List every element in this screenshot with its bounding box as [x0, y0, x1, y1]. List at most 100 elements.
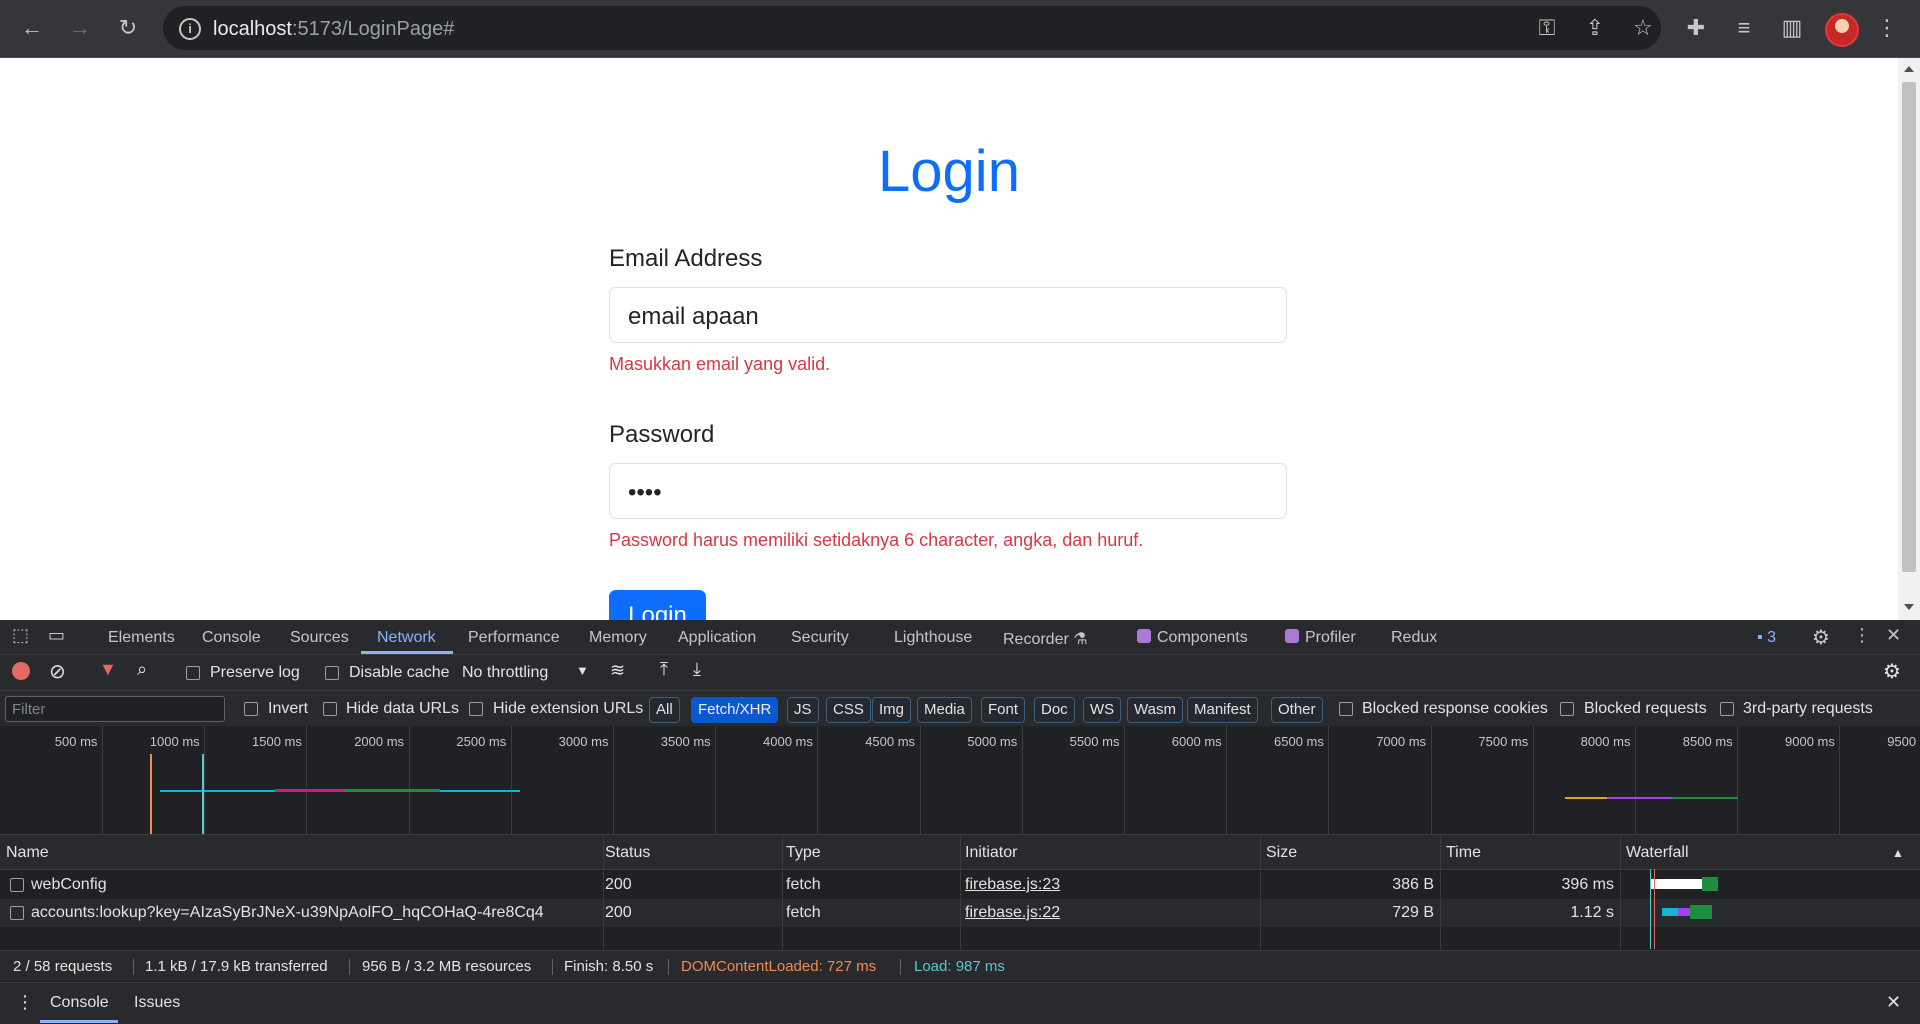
record-stop-icon[interactable] [12, 662, 30, 680]
col-name[interactable]: Name [6, 844, 49, 862]
type-chip-manifest[interactable]: Manifest [1187, 697, 1258, 723]
table-row[interactable]: accounts:lookup?key=AIzaSyBrJNeX-u39NpAo… [0, 899, 1920, 927]
request-initiator[interactable]: firebase.js:22 [965, 904, 1060, 922]
hide-extension-urls-checkbox[interactable] [469, 702, 483, 716]
tab-memory[interactable]: Memory [589, 629, 647, 647]
tab-performance[interactable]: Performance [468, 629, 560, 647]
tab-security[interactable]: Security [791, 629, 849, 647]
blocked-cookies-checkbox[interactable] [1339, 702, 1353, 716]
settings-gear-icon[interactable]: ⚙ [1812, 625, 1830, 650]
scroll-up-icon[interactable] [1904, 66, 1914, 72]
url-text[interactable]: localhost:5173/LoginPage# [213, 18, 454, 41]
drawer-tab-console[interactable]: Console [50, 994, 109, 1012]
type-chip-font[interactable]: Font [981, 697, 1026, 723]
type-chip-css[interactable]: CSS [826, 697, 871, 723]
tab-application[interactable]: Application [678, 629, 756, 647]
page-title: Login [878, 139, 1020, 204]
hide-data-urls-label: Hide data URLs [346, 700, 459, 717]
filter-funnel-icon[interactable]: ▼ [99, 659, 117, 680]
table-row[interactable]: webConfig 200 fetch firebase.js:23 386 B… [0, 871, 1920, 899]
scroll-down-icon[interactable] [1904, 604, 1914, 610]
drawer-menu-icon[interactable]: ⋮ [16, 992, 34, 1013]
network-overview[interactable]: 500 ms 1000 ms 1500 ms 2000 ms 2500 ms 3000 m… [0, 726, 1920, 835]
col-waterfall[interactable]: Waterfall [1626, 844, 1689, 862]
drawer-tab-issues[interactable]: Issues [134, 994, 180, 1012]
share-icon[interactable]: ⇪ [1581, 14, 1609, 42]
back-arrow-icon[interactable]: ← [18, 14, 46, 42]
network-conditions-icon[interactable]: ≋ [610, 660, 625, 681]
chevron-down-icon[interactable]: ▼ [576, 663, 589, 678]
search-icon[interactable]: ⌕ [137, 659, 147, 680]
col-divider [1260, 835, 1261, 869]
media-queue-icon[interactable]: ≡ [1730, 14, 1758, 42]
waterfall-bar [1650, 879, 1702, 889]
side-panel-icon[interactable]: ▥ [1778, 14, 1806, 42]
request-name[interactable]: webConfig [31, 876, 107, 894]
col-status[interactable]: Status [605, 844, 650, 862]
col-divider [960, 835, 961, 869]
type-chip-doc[interactable]: Doc [1034, 697, 1075, 723]
tab-elements[interactable]: Elements [108, 629, 175, 647]
throttling-select[interactable]: No throttling [462, 664, 548, 682]
overview-tick-label: 3000 ms [558, 734, 609, 749]
tab-lighthouse[interactable]: Lighthouse [894, 629, 972, 647]
tab-recorder[interactable]: Recorder ⚗ [1003, 629, 1088, 649]
col-type[interactable]: Type [786, 844, 821, 862]
close-devtools-icon[interactable]: ✕ [1886, 625, 1901, 646]
profile-avatar[interactable] [1825, 13, 1859, 47]
invert-checkbox[interactable] [244, 702, 258, 716]
issues-badge[interactable]: ▪ 3 [1757, 629, 1776, 647]
type-chip-img[interactable]: Img [872, 697, 912, 723]
preserve-log-checkbox[interactable] [186, 666, 200, 680]
col-time[interactable]: Time [1446, 844, 1481, 862]
email-field[interactable]: email apaan [609, 287, 1287, 343]
type-chip-media[interactable]: Media [917, 697, 972, 723]
filter-input[interactable]: Filter [5, 696, 225, 722]
clear-icon[interactable]: ⊘ [49, 659, 66, 684]
tab-sources[interactable]: Sources [290, 629, 349, 647]
type-chip-js[interactable]: JS [787, 697, 819, 723]
overview-tick-label: 6500 ms [1274, 734, 1324, 749]
tab-profiler[interactable]: Profiler [1285, 629, 1356, 647]
inspect-element-icon[interactable]: ⬚ [12, 625, 29, 646]
tab-redux[interactable]: Redux [1391, 629, 1437, 647]
type-chip-ws[interactable]: WS [1083, 697, 1122, 723]
extensions-icon[interactable]: ✚ [1682, 14, 1710, 42]
hide-data-urls-checkbox[interactable] [323, 702, 337, 716]
tab-components[interactable]: Components [1137, 629, 1248, 647]
request-initiator[interactable]: firebase.js:23 [965, 876, 1060, 894]
type-chip-all[interactable]: All [649, 697, 680, 723]
address-bar[interactable]: i localhost:5173/LoginPage# ⚿ ⇪ ☆ [163, 6, 1661, 50]
request-name[interactable]: accounts:lookup?key=AIzaSyBrJNeX-u39NpAo… [31, 904, 544, 922]
request-time: 396 ms [1561, 876, 1614, 893]
export-har-icon[interactable]: ⤓ [693, 659, 701, 680]
device-toolbar-icon[interactable]: ▭ [48, 625, 65, 646]
col-divider [1620, 899, 1621, 927]
close-drawer-icon[interactable]: ✕ [1886, 992, 1901, 1013]
col-size[interactable]: Size [1266, 844, 1297, 862]
third-party-checkbox[interactable] [1720, 702, 1734, 716]
type-chip-other[interactable]: Other [1271, 697, 1323, 723]
page-scrollbar[interactable] [1898, 58, 1920, 620]
password-field[interactable]: •••• [609, 463, 1287, 519]
browser-menu-icon[interactable]: ⋮ [1873, 14, 1901, 42]
devtools-menu-icon[interactable]: ⋮ [1853, 625, 1871, 646]
reload-icon[interactable]: ↻ [114, 14, 142, 42]
forward-arrow-icon[interactable]: → [66, 14, 94, 42]
col-initiator[interactable]: Initiator [965, 844, 1017, 862]
scroll-thumb[interactable] [1902, 82, 1916, 572]
tab-console[interactable]: Console [202, 629, 261, 647]
disable-cache-checkbox[interactable] [325, 666, 339, 680]
login-button[interactable]: Login [609, 590, 706, 620]
import-har-icon[interactable]: ⤒ [660, 659, 668, 680]
network-settings-icon[interactable]: ⚙ [1883, 659, 1901, 684]
type-chip-fetch-xhr[interactable]: Fetch/XHR [691, 697, 779, 723]
bookmark-star-icon[interactable]: ☆ [1629, 14, 1657, 42]
blocked-requests-checkbox[interactable] [1560, 702, 1574, 716]
type-chip-wasm[interactable]: Wasm [1127, 697, 1183, 723]
overview-tick-label: 4000 ms [763, 734, 813, 749]
site-info-icon[interactable]: i [179, 18, 201, 40]
key-icon[interactable]: ⚿ [1533, 14, 1561, 42]
tab-network[interactable]: Network [377, 629, 436, 647]
sort-up-icon[interactable]: ▲ [1892, 846, 1904, 860]
